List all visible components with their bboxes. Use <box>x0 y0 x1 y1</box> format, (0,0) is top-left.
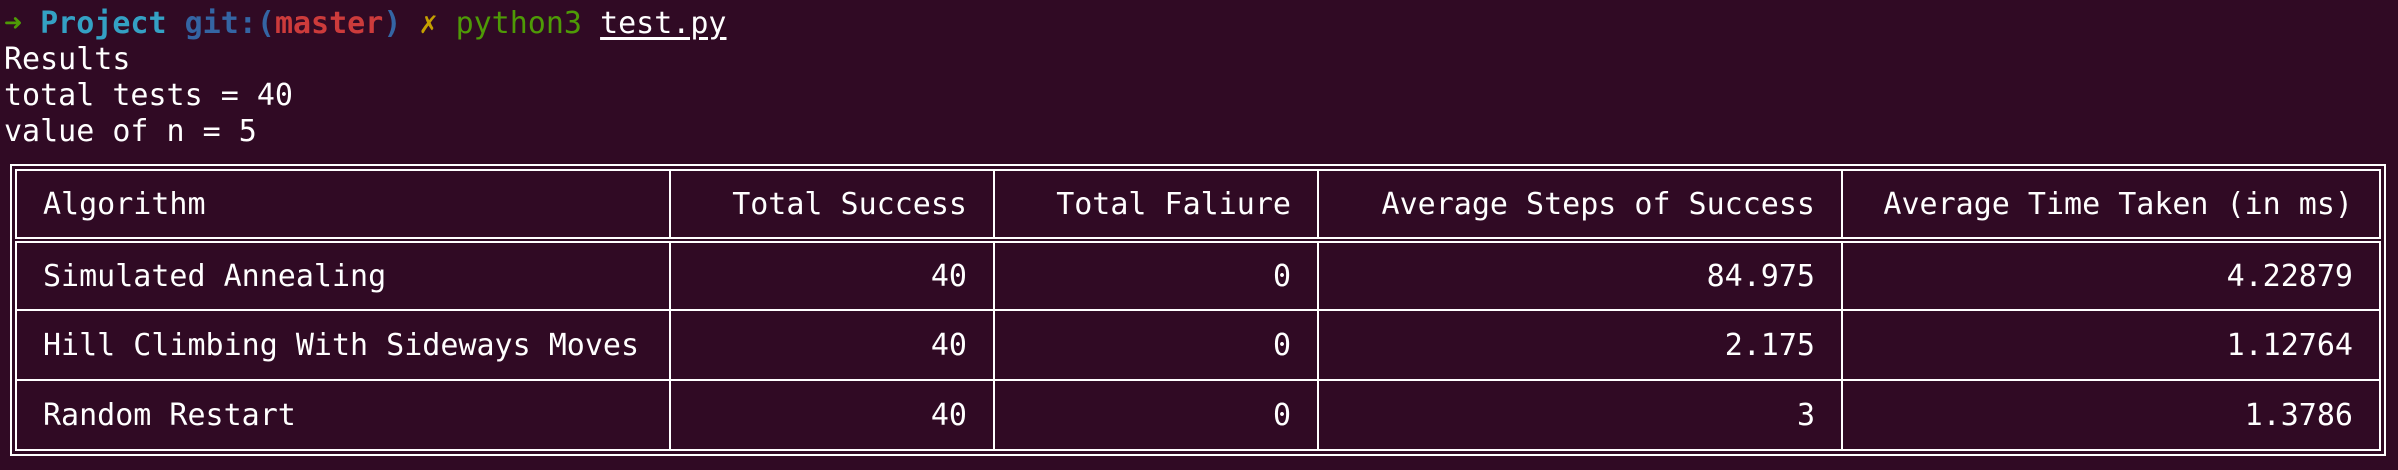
header-total-failure: Total Faliure <box>993 169 1319 243</box>
command-name: python3 <box>455 6 582 41</box>
cell-algorithm: Simulated Annealing <box>15 239 671 311</box>
cell-total-success: 40 <box>669 239 995 311</box>
cell-average-time: 4.22879 <box>1841 239 2381 311</box>
terminal-prompt: ➜ Project git:(master) ✗ python3 test.py <box>4 6 727 42</box>
git-branch: master <box>274 6 384 41</box>
output-n-value: value of n = 5 <box>4 114 257 149</box>
cell-total-success: 40 <box>669 379 995 451</box>
cell-total-failure: 0 <box>993 379 1319 451</box>
header-average-steps: Average Steps of Success <box>1317 169 1843 243</box>
git-label: git:( <box>184 6 275 41</box>
header-average-time: Average Time Taken (in ms) <box>1841 169 2381 243</box>
results-table: Algorithm Total Success Total Faliure Av… <box>15 169 2381 451</box>
git-label-close: ) <box>383 6 402 41</box>
table-header-row: Algorithm Total Success Total Faliure Av… <box>15 169 2381 243</box>
cell-total-success: 40 <box>669 309 995 381</box>
output-total-tests: total tests = 40 <box>4 78 293 113</box>
header-total-success: Total Success <box>669 169 995 243</box>
cell-average-time: 1.3786 <box>1841 379 2381 451</box>
cell-algorithm: Random Restart <box>15 379 671 451</box>
command-argument[interactable]: test.py <box>600 6 726 41</box>
table-row: Hill Climbing With Sideways Moves 40 0 2… <box>15 309 2381 381</box>
cell-total-failure: 0 <box>993 239 1319 311</box>
cell-average-time: 1.12764 <box>1841 309 2381 381</box>
header-algorithm: Algorithm <box>15 169 671 243</box>
cell-average-steps: 84.975 <box>1317 239 1843 311</box>
cell-algorithm: Hill Climbing With Sideways Moves <box>15 309 671 381</box>
table-row: Random Restart 40 0 3 1.3786 <box>15 379 2381 451</box>
cell-total-failure: 0 <box>993 309 1319 381</box>
output-results-title: Results <box>4 42 131 77</box>
results-table-frame: Algorithm Total Success Total Faliure Av… <box>10 164 2386 456</box>
cell-average-steps: 3 <box>1317 379 1843 451</box>
dirty-status-icon: ✗ <box>419 6 438 41</box>
prompt-arrow-icon: ➜ <box>4 6 23 41</box>
table-row: Simulated Annealing 40 0 84.975 4.22879 <box>15 239 2381 311</box>
cell-average-steps: 2.175 <box>1317 309 1843 381</box>
current-directory: Project <box>40 6 167 41</box>
